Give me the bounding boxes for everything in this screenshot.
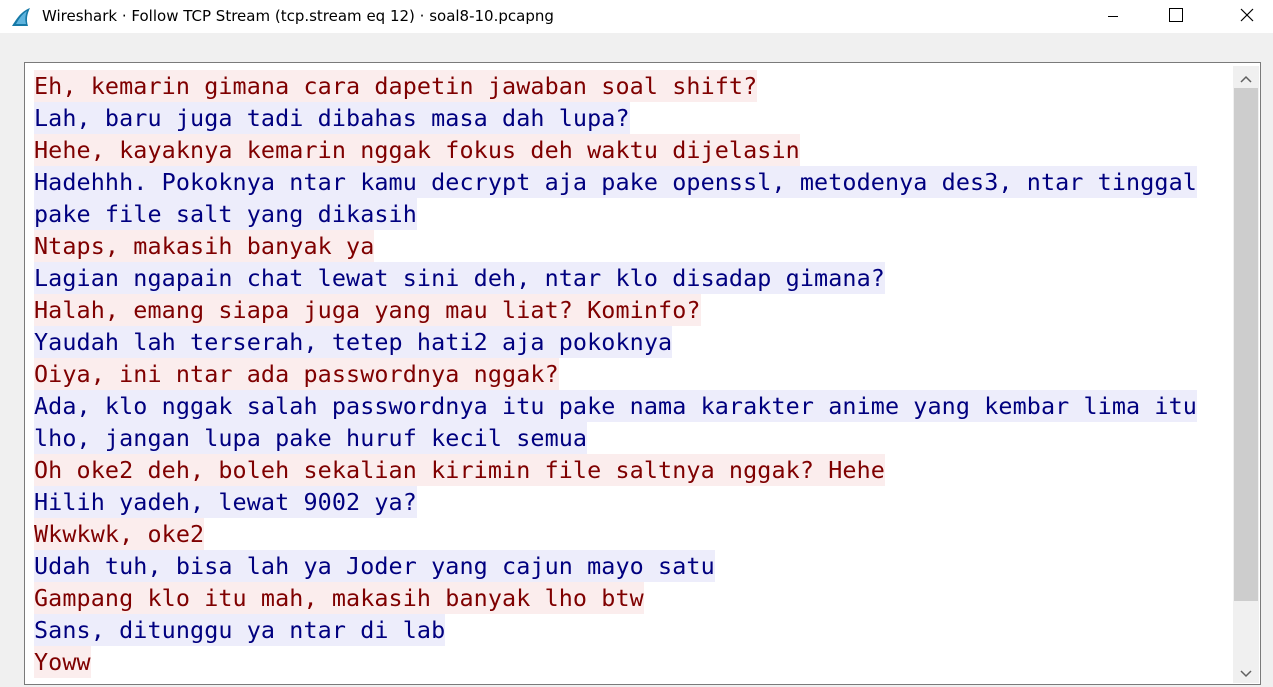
- message-text: Oh oke2 deh, boleh sekalian kirimin file…: [34, 454, 885, 486]
- stream-text-view[interactable]: Eh, kemarin gimana cara dapetin jawaban …: [24, 62, 1261, 685]
- server-message-line: pake file salt yang dikasih: [34, 198, 1234, 230]
- client-message-line: Ntaps, makasih banyak ya: [34, 230, 1234, 262]
- message-text: Yaudah lah terserah, tetep hati2 aja pok…: [34, 326, 673, 358]
- server-message-line: lho, jangan lupa pake huruf kecil semua: [34, 422, 1234, 454]
- message-text: Sans, ditunggu ya ntar di lab: [34, 614, 446, 646]
- chevron-down-icon: [1240, 663, 1252, 682]
- message-text: pake file salt yang dikasih: [34, 198, 417, 230]
- message-text: Oiya, ini ntar ada passwordnya nggak?: [34, 358, 559, 390]
- message-text: Gampang klo itu mah, makasih banyak lho …: [34, 582, 644, 614]
- server-message-line: Udah tuh, bisa lah ya Joder yang cajun m…: [34, 550, 1234, 582]
- message-text: Hadehhh. Pokoknya ntar kamu decrypt aja …: [34, 166, 1197, 198]
- wireshark-fin-icon: [10, 6, 34, 28]
- minimize-icon: [1107, 7, 1119, 26]
- server-message-line: Hilih yadeh, lewat 9002 ya?: [34, 486, 1234, 518]
- message-text: Wkwkwk, oke2: [34, 518, 205, 550]
- close-icon: [1239, 7, 1255, 27]
- close-button[interactable]: [1224, 0, 1270, 33]
- server-message-line: Ada, klo nggak salah passwordnya itu pak…: [34, 390, 1234, 422]
- title-bar: Wireshark · Follow TCP Stream (tcp.strea…: [0, 0, 1273, 33]
- message-text: Udah tuh, bisa lah ya Joder yang cajun m…: [34, 550, 715, 582]
- client-message-line: Eh, kemarin gimana cara dapetin jawaban …: [34, 70, 1234, 102]
- message-text: lho, jangan lupa pake huruf kecil semua: [34, 422, 588, 454]
- scroll-down-button[interactable]: [1233, 661, 1259, 683]
- message-text: Hilih yadeh, lewat 9002 ya?: [34, 486, 417, 518]
- message-text: Ntaps, makasih banyak ya: [34, 230, 375, 262]
- chevron-up-icon: [1240, 68, 1252, 87]
- maximize-icon: [1168, 7, 1184, 27]
- message-text: Halah, emang siapa juga yang mau liat? K…: [34, 294, 701, 326]
- maximize-button[interactable]: [1153, 0, 1199, 33]
- client-message-line: Gampang klo itu mah, makasih banyak lho …: [34, 582, 1234, 614]
- message-text: Ada, klo nggak salah passwordnya itu pak…: [34, 390, 1197, 422]
- message-text: Lagian ngapain chat lewat sini deh, ntar…: [34, 262, 885, 294]
- window-title: Wireshark · Follow TCP Stream (tcp.strea…: [42, 7, 554, 25]
- client-message-line: Oiya, ini ntar ada passwordnya nggak?: [34, 358, 1234, 390]
- server-message-line: Hadehhh. Pokoknya ntar kamu decrypt aja …: [34, 166, 1234, 198]
- scroll-thumb[interactable]: [1234, 88, 1258, 601]
- server-message-line: Sans, ditunggu ya ntar di lab: [34, 614, 1234, 646]
- message-text: Lah, baru juga tadi dibahas masa dah lup…: [34, 102, 630, 134]
- message-text: Yoww: [34, 646, 91, 678]
- client-message-line: Hehe, kayaknya kemarin nggak fokus deh w…: [34, 134, 1234, 166]
- client-message-line: Halah, emang siapa juga yang mau liat? K…: [34, 294, 1234, 326]
- server-message-line: Lagian ngapain chat lewat sini deh, ntar…: [34, 262, 1234, 294]
- message-text: Hehe, kayaknya kemarin nggak fokus deh w…: [34, 134, 800, 166]
- client-message-line: Yoww: [34, 646, 1234, 678]
- stream-content: Eh, kemarin gimana cara dapetin jawaban …: [34, 70, 1234, 678]
- scroll-up-button[interactable]: [1233, 66, 1259, 88]
- message-text: Eh, kemarin gimana cara dapetin jawaban …: [34, 70, 758, 102]
- client-message-line: Oh oke2 deh, boleh sekalian kirimin file…: [34, 454, 1234, 486]
- client-message-line: Wkwkwk, oke2: [34, 518, 1234, 550]
- server-message-line: Yaudah lah terserah, tetep hati2 aja pok…: [34, 326, 1234, 358]
- vertical-scrollbar[interactable]: [1233, 66, 1259, 683]
- minimize-button[interactable]: [1090, 0, 1136, 33]
- server-message-line: Lah, baru juga tadi dibahas masa dah lup…: [34, 102, 1234, 134]
